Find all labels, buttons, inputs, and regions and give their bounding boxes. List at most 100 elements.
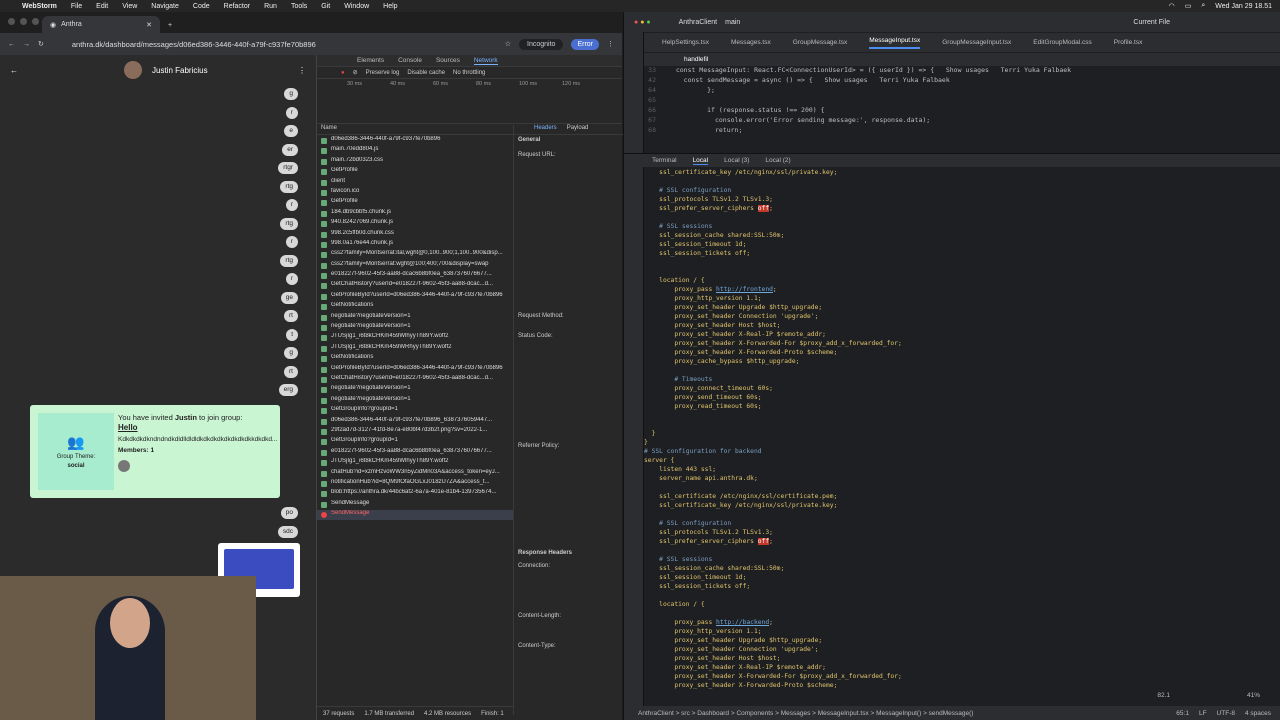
tab-headers[interactable]: Headers — [534, 125, 557, 134]
app-name[interactable]: WebStorm — [22, 3, 57, 10]
menu-git[interactable]: Git — [321, 3, 330, 10]
tab-elements[interactable]: Elements — [357, 57, 384, 64]
menu-navigate[interactable]: Navigate — [151, 3, 179, 10]
terminal-tab[interactable]: Local (2) — [765, 157, 790, 164]
tab-sources[interactable]: Sources — [436, 57, 460, 64]
tab-payload[interactable]: Payload — [567, 125, 589, 134]
project-name[interactable]: AnthraClient — [679, 19, 718, 26]
editor-tab[interactable]: Messages.tsx — [731, 39, 771, 46]
terminal-tab[interactable]: Local (3) — [724, 157, 749, 164]
search-icon[interactable]: ⌕ — [1201, 2, 1205, 10]
line-ending[interactable]: LF — [1199, 710, 1207, 717]
menu-dots-icon[interactable]: ⋮ — [607, 40, 614, 48]
incognito-badge[interactable]: Incognito — [519, 38, 564, 50]
disable-cache-checkbox[interactable]: Disable cache — [407, 70, 445, 76]
request-row[interactable]: negotiate?negotiateVersion=1 — [317, 385, 513, 395]
request-row[interactable]: SendMessage — [317, 510, 513, 521]
tab-network[interactable]: Network — [473, 57, 498, 65]
request-row[interactable]: css2?family=Montserrat:wght@100;400;700&… — [317, 261, 513, 271]
request-row[interactable]: GetNotifications — [317, 302, 513, 312]
request-row[interactable]: e018227f-9602-45f3-aa88-dcac6b8bf0ea_638… — [317, 448, 513, 458]
window-controls[interactable] — [8, 18, 39, 25]
preserve-log-checkbox[interactable]: Preserve log — [366, 70, 400, 76]
traffic-lights[interactable]: ● ● ● — [634, 19, 651, 26]
cursor-position[interactable]: 65:1 — [1176, 710, 1189, 717]
request-row[interactable]: 998.2c5ffb0d.chunk.css — [317, 230, 513, 240]
back-icon[interactable]: ← — [8, 41, 15, 48]
record-icon[interactable]: ● — [341, 70, 345, 76]
request-row[interactable]: css2?family=Montserrat:ital,wght@0,100..… — [317, 250, 513, 260]
terminal-tab[interactable]: Local — [692, 157, 709, 165]
forward-icon[interactable]: → — [23, 41, 30, 48]
request-row[interactable]: GetGroupInfo?groupId=1 — [317, 437, 513, 447]
editor-tab[interactable]: GroupMessageInput.tsx — [942, 39, 1011, 46]
terminal-output[interactable]: ssl_certificate_key /etc/nginx/ssl/priva… — [644, 169, 1274, 699]
editor-tab[interactable]: EditGroupModal.css — [1033, 39, 1092, 46]
menu-file[interactable]: File — [71, 3, 82, 10]
request-row[interactable]: GetGroupInfo?groupId=1 — [317, 406, 513, 416]
request-row[interactable]: chatHub?id=xzmHzvoWW3n5yZidMn03A&access_… — [317, 469, 513, 479]
throttle-select[interactable]: No throttling — [453, 70, 485, 76]
request-row[interactable]: SendMessage — [317, 500, 513, 510]
request-row[interactable]: 940.82427069.chunk.js — [317, 219, 513, 229]
request-row[interactable]: favicon.ico — [317, 188, 513, 198]
back-arrow-icon[interactable]: ← — [10, 66, 18, 75]
menu-help[interactable]: Help — [383, 3, 397, 10]
request-row[interactable]: e018227f-9602-45f3-aa88-dcac6b8bf0ea_638… — [317, 271, 513, 281]
response-headers-section[interactable]: Response Headers — [518, 550, 572, 556]
browser-tab[interactable]: ◉ Anthra ✕ — [42, 16, 160, 33]
menu-view[interactable]: View — [122, 3, 137, 10]
request-row[interactable]: 29f2ad7d-3127-41fd-8e7a-e80bf47d3b2f.png… — [317, 427, 513, 437]
terminal-tab[interactable]: Terminal — [652, 157, 677, 164]
request-row[interactable]: main.72bd0323.css — [317, 157, 513, 167]
editor-tab[interactable]: HelpSettings.tsx — [662, 39, 709, 46]
request-row[interactable]: JTUSjIg1_i6t8kCHKm459WRhyyTh89Y.woff2 — [317, 344, 513, 354]
request-row[interactable]: GetProfile — [317, 198, 513, 208]
request-row[interactable]: GetChatHistory?userId=e018227f-9602-45f3… — [317, 375, 513, 385]
request-row[interactable]: JTUSjIg1_i6t8kCHKm459WlhyyTh89Y.woff2 — [317, 458, 513, 468]
request-row[interactable]: GetProfile — [317, 167, 513, 177]
kebab-icon[interactable]: ⋮ — [298, 66, 306, 75]
tab-console[interactable]: Console — [398, 57, 422, 64]
request-row[interactable]: negotiate?negotiateVersion=1 — [317, 313, 513, 323]
group-name[interactable]: Hello — [118, 423, 276, 433]
close-tab-icon[interactable]: ✕ — [146, 21, 152, 29]
find-input[interactable]: handlefil — [684, 56, 708, 63]
breadcrumbs[interactable]: AnthraClient > src > Dashboard > Compone… — [638, 710, 973, 717]
run-config[interactable]: Current File — [1133, 19, 1170, 26]
menu-run[interactable]: Run — [264, 3, 277, 10]
request-row[interactable]: main.70edd804.js — [317, 146, 513, 156]
request-row[interactable]: d06ed386-3446-440f-a79f-c937fe70b896_638… — [317, 417, 513, 427]
editor-tab[interactable]: Profile.tsx — [1114, 39, 1143, 46]
battery-icon[interactable]: ▭ — [1185, 2, 1192, 10]
menu-code[interactable]: Code — [193, 3, 210, 10]
branch-name[interactable]: main — [725, 19, 740, 26]
request-row[interactable]: GetProfileById?userId=d06ed386-3446-440f… — [317, 292, 513, 302]
request-row[interactable]: client — [317, 178, 513, 188]
clock[interactable]: Wed Jan 29 18.51 — [1215, 3, 1272, 10]
bookmark-icon[interactable]: ☆ — [505, 40, 511, 48]
request-row[interactable]: blob:https://anthra.dk/44bc6af2-6a7a-401… — [317, 489, 513, 499]
code-editor[interactable]: 33 const MessageInput: React.FC<Connecti… — [624, 66, 1280, 148]
request-row[interactable]: 184.db9cbbf5.chunk.js — [317, 209, 513, 219]
request-row[interactable]: JTUSjIg1_i6t8kCHKm459WlhyyTh89Y.woff2 — [317, 333, 513, 343]
indent[interactable]: 4 spaces — [1245, 710, 1271, 717]
menu-refactor[interactable]: Refactor — [224, 3, 250, 10]
request-row[interactable]: notificationHub?id=8QM9fOfaOGLxJ018zU7ZA… — [317, 479, 513, 489]
new-tab-icon[interactable]: + — [168, 22, 172, 29]
general-section[interactable]: General — [514, 135, 623, 145]
error-button[interactable]: Error — [571, 38, 599, 50]
reload-icon[interactable]: ↻ — [38, 40, 44, 48]
request-row[interactable]: negotiate?negotiateVersion=1 — [317, 396, 513, 406]
clear-icon[interactable]: ⊘ — [353, 69, 358, 76]
encoding[interactable]: UTF-8 — [1217, 710, 1235, 717]
url-field[interactable]: anthra.dk/dashboard/messages/d06ed386-34… — [52, 40, 497, 49]
editor-tab[interactable]: MessageInput.tsx — [869, 37, 921, 49]
menu-window[interactable]: Window — [344, 3, 369, 10]
request-row[interactable]: GetProfileById?userId=d06ed386-3446-440f… — [317, 365, 513, 375]
wifi-icon[interactable]: ◠ — [1169, 2, 1175, 10]
request-row[interactable]: negotiate?negotiateVersion=1 — [317, 323, 513, 333]
request-row[interactable]: 998.0a176e44.chunk.js — [317, 240, 513, 250]
request-row[interactable]: GetNotifications — [317, 354, 513, 364]
request-row[interactable]: GetChatHistory?userId=e018227f-9602-45f3… — [317, 281, 513, 291]
